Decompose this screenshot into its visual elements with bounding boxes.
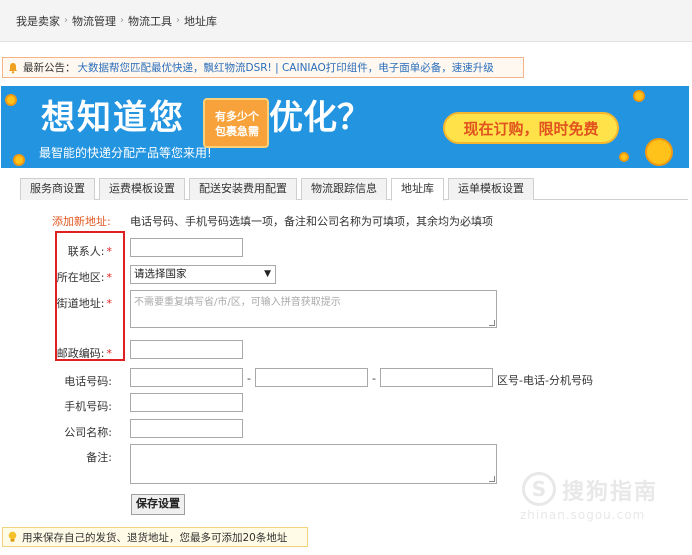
tip-text: 用来保存自己的发货、退货地址，您最多可添加20条地址 — [22, 531, 288, 544]
box-line-1: 有多少个 — [215, 110, 259, 123]
tab-address-book[interactable]: 地址库 — [391, 178, 444, 201]
watermark-url: zhinan.sogou.com — [520, 508, 646, 522]
box-line-2: 包裹急需 — [215, 125, 259, 138]
phone-label: 电话号码: — [64, 375, 112, 388]
coin-decoration — [645, 138, 673, 166]
info-tip: 用来保存自己的发货、退货地址，您最多可添加20条地址 — [2, 527, 308, 547]
country-select-value: 请选择国家 — [134, 268, 187, 280]
mobile-label: 手机号码: — [64, 400, 112, 413]
resize-grip-icon[interactable] — [489, 320, 495, 326]
country-select[interactable]: 请选择国家 ▼ — [130, 265, 276, 284]
bell-icon — [8, 62, 18, 73]
dropdown-arrow-icon: ▼ — [264, 269, 271, 279]
breadcrumb-separator: › — [120, 15, 124, 26]
remark-label: 备注: — [86, 451, 112, 464]
mobile-input[interactable] — [130, 393, 243, 412]
sogou-logo-icon: S — [522, 472, 556, 506]
contact-input[interactable] — [130, 238, 243, 257]
form-instructions: 电话号码、手机号码选填一项，备注和公司名称为可填项，其余均为必填项 — [130, 215, 493, 228]
breadcrumb: 我是卖家 › 物流管理 › 物流工具 › 地址库 — [0, 0, 692, 42]
breadcrumb-separator: › — [176, 15, 180, 26]
street-placeholder: 不需要重复填写省/市/区，可输入拼音获取提示 — [134, 297, 341, 308]
street-textarea[interactable]: 不需要重复填写省/市/区，可输入拼音获取提示 — [130, 290, 497, 328]
breadcrumb-separator: › — [64, 15, 68, 26]
add-address-title: 添加新地址: — [52, 215, 111, 228]
phone-separator: - — [372, 372, 376, 385]
tab-tracking-info[interactable]: 物流跟踪信息 — [301, 178, 387, 200]
coin-decoration — [619, 152, 629, 162]
phone-separator: - — [247, 372, 251, 385]
announcement-link[interactable]: 大数据帮您匹配最优快递，飘红物流DSR! | CAINIAO打印组件，电子面单必… — [78, 60, 494, 75]
required-fields-highlight — [55, 231, 125, 361]
phone-extension-input[interactable] — [380, 368, 493, 387]
promo-banner[interactable]: 想知道您 有多少个 包裹急需 优化？ 最智能的快递分配产品等您来用! 现在订购，… — [1, 86, 689, 168]
coin-decoration — [13, 154, 25, 166]
lightbulb-icon — [8, 531, 17, 542]
announcement-label: 最新公告： — [23, 62, 76, 74]
settings-tabs: 服务商设置 运费模板设置 配送安装费用配置 物流跟踪信息 地址库 运单模板设置 — [20, 178, 688, 201]
banner-headline-right: 优化？ — [269, 98, 371, 138]
remark-textarea[interactable] — [130, 444, 497, 484]
phone-format-hint: 区号-电话-分机号码 — [497, 374, 593, 387]
tab-freight-template[interactable]: 运费模板设置 — [99, 178, 185, 200]
save-settings-button[interactable]: 保存设置 — [131, 494, 185, 515]
order-now-button[interactable]: 现在订购，限时免费 — [443, 112, 619, 144]
phone-number-input[interactable] — [255, 368, 368, 387]
coin-decoration — [633, 90, 645, 102]
watermark-name: 搜狗指南 — [562, 480, 659, 505]
tab-waybill-template[interactable]: 运单模板设置 — [448, 178, 534, 200]
tab-delivery-install-fee[interactable]: 配送安装费用配置 — [189, 178, 297, 200]
coin-decoration — [5, 94, 17, 106]
breadcrumb-item-tools[interactable]: 物流工具 — [128, 13, 172, 29]
phone-area-code-input[interactable] — [130, 368, 243, 387]
sogou-watermark: S 搜狗指南 zhinan.sogou.com — [514, 468, 684, 528]
breadcrumb-item-seller[interactable]: 我是卖家 — [16, 13, 60, 29]
parcel-box-graphic: 有多少个 包裹急需 — [203, 98, 269, 148]
tab-provider-settings[interactable]: 服务商设置 — [20, 178, 95, 200]
banner-subtitle: 最智能的快递分配产品等您来用! — [39, 146, 212, 160]
announcement-bar: 最新公告： 大数据帮您匹配最优快递，飘红物流DSR! | CAINIAO打印组件… — [2, 57, 524, 78]
company-input[interactable] — [130, 419, 243, 438]
breadcrumb-item-logistics[interactable]: 物流管理 — [72, 13, 116, 29]
breadcrumb-item-address-book: 地址库 — [184, 14, 217, 28]
zip-input[interactable] — [130, 340, 243, 359]
banner-headline-left: 想知道您 — [41, 98, 185, 138]
company-label: 公司名称: — [64, 426, 112, 439]
resize-grip-icon[interactable] — [489, 476, 495, 482]
